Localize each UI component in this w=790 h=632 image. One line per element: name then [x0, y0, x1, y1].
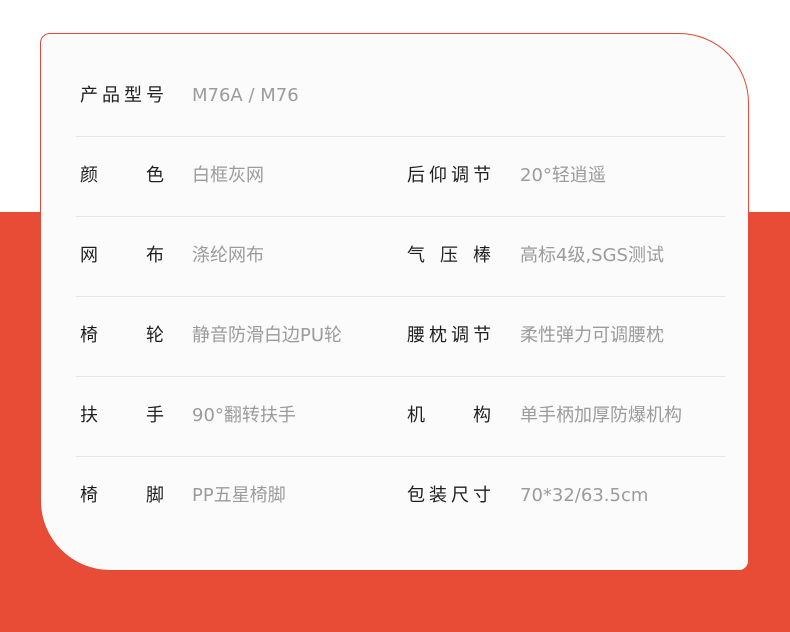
spec-row-base: 椅脚 PP五星椅脚 包装尺寸 70*32/63.5cm	[76, 456, 726, 536]
spec-value-lumbar: 柔性弹力可调腰枕	[520, 325, 664, 346]
spec-value-mechanism: 单手柄加厚防爆机构	[520, 405, 682, 426]
spec-value-color: 白框灰网	[192, 165, 264, 186]
spec-row-model: 产品型号 M76A / M76	[76, 56, 726, 137]
spec-value-model: M76A / M76	[192, 85, 299, 106]
spec-value-mesh: 涤纶网布	[192, 245, 264, 266]
spec-value-casters: 静音防滑白边PU轮	[192, 325, 343, 346]
spec-value-gas-lift: 高标4级,SGS测试	[520, 245, 664, 266]
spec-card: 产品型号 M76A / M76 颜色 白框灰网 后仰调节 20°轻逍遥 网布 涤…	[40, 33, 749, 571]
spec-value-package-size: 70*32/63.5cm	[520, 485, 649, 506]
spec-row-casters: 椅轮 静音防滑白边PU轮 腰枕调节 柔性弹力可调腰枕	[76, 296, 726, 377]
spec-row-mesh: 网布 涤纶网布 气压棒 高标4级,SGS测试	[76, 216, 726, 297]
spec-label-casters: 椅轮	[80, 325, 164, 346]
spec-label-recline: 后仰调节	[407, 165, 491, 186]
spec-value-armrest: 90°翻转扶手	[192, 405, 296, 426]
spec-label-gas-lift: 气压棒	[407, 245, 491, 266]
spec-row-color: 颜色 白框灰网 后仰调节 20°轻逍遥	[76, 136, 726, 217]
spec-label-model: 产品型号	[80, 85, 164, 106]
spec-label-package-size: 包装尺寸	[407, 485, 491, 506]
spec-label-color: 颜色	[80, 165, 164, 186]
spec-value-base: PP五星椅脚	[192, 485, 286, 506]
spec-label-mesh: 网布	[80, 245, 164, 266]
spec-label-armrest: 扶手	[80, 405, 164, 426]
spec-value-recline: 20°轻逍遥	[520, 165, 606, 186]
spec-label-base: 椅脚	[80, 485, 164, 506]
spec-label-mechanism: 机构	[407, 405, 491, 426]
spec-label-lumbar: 腰枕调节	[407, 325, 491, 346]
spec-row-armrest: 扶手 90°翻转扶手 机构 单手柄加厚防爆机构	[76, 376, 726, 457]
